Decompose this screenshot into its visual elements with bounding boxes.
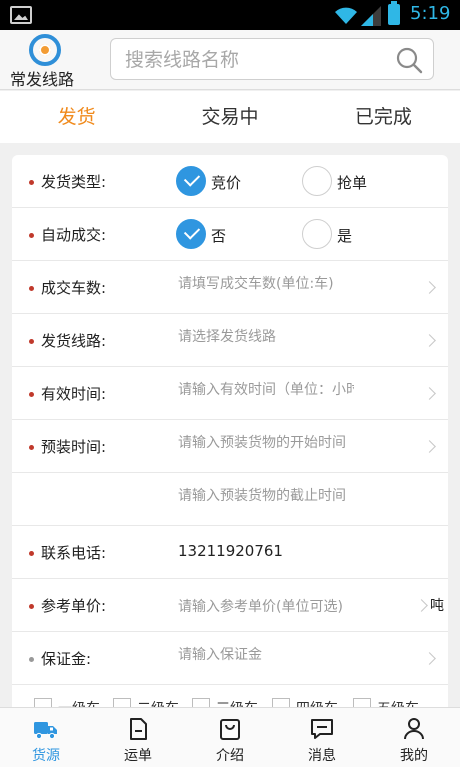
required-dot bbox=[29, 180, 34, 185]
price-unit-select[interactable]: 吨 bbox=[430, 595, 444, 615]
deposit-label: 保证金: bbox=[41, 650, 92, 668]
search-icon[interactable] bbox=[395, 46, 423, 74]
ref-price-label: 参考单价: bbox=[41, 597, 107, 615]
grab-order-radio[interactable] bbox=[302, 166, 332, 196]
auto-deal-no-label: 否 bbox=[211, 227, 227, 245]
phone-label: 联系电话: bbox=[41, 544, 107, 562]
load-time-end-row[interactable]: 请输入预装货物的截止时间 bbox=[12, 473, 448, 526]
document-icon bbox=[130, 718, 147, 740]
nav-waybill[interactable]: 运单 bbox=[92, 708, 184, 767]
bottom-nav: 货源 运单 介绍 消息 我的 bbox=[0, 707, 460, 767]
chevron-right-icon bbox=[423, 387, 436, 400]
nav-waybill-label: 运单 bbox=[124, 748, 152, 764]
nav-cargo-source[interactable]: 货源 bbox=[0, 708, 92, 767]
required-dot bbox=[29, 604, 34, 609]
search-input[interactable] bbox=[125, 47, 385, 73]
vehicle-count-label: 成交车数: bbox=[41, 279, 107, 297]
required-dot bbox=[29, 445, 34, 450]
app-header: 常发线路 bbox=[0, 30, 460, 90]
valid-time-label: 有效时间: bbox=[41, 385, 107, 403]
route-row[interactable]: 发货线路: 请选择发货线路 bbox=[12, 314, 448, 367]
search-box[interactable] bbox=[110, 38, 434, 80]
required-dot bbox=[29, 339, 34, 344]
tab-ship[interactable]: 发货 bbox=[0, 91, 153, 143]
nav-mine-label: 我的 bbox=[400, 748, 428, 764]
required-dot bbox=[29, 392, 34, 397]
load-time-row[interactable]: 预装时间: 请输入预装货物的开始时间 bbox=[12, 420, 448, 473]
load-time-end-field[interactable]: 请输入预装货物的截止时间 bbox=[178, 485, 354, 505]
auto-deal-yes-radio[interactable] bbox=[302, 219, 332, 249]
battery-icon bbox=[388, 1, 400, 25]
chevron-right-icon bbox=[423, 281, 436, 294]
nav-intro[interactable]: 介绍 bbox=[184, 708, 276, 767]
tab-in-progress[interactable]: 交易中 bbox=[153, 91, 306, 143]
auto-deal-label: 自动成交: bbox=[41, 226, 107, 244]
auto-deal-yes-label: 是 bbox=[337, 227, 353, 245]
bag-icon bbox=[220, 719, 240, 740]
phone-row: 联系电话: 13211920761 bbox=[12, 526, 448, 579]
tab-bar: 发货 交易中 已完成 bbox=[0, 91, 460, 143]
status-time: 5:19 bbox=[410, 3, 451, 24]
wifi-icon bbox=[335, 7, 357, 24]
nav-messages[interactable]: 消息 bbox=[276, 708, 368, 767]
image-notification-icon bbox=[10, 6, 32, 24]
auto-deal-row: 自动成交: 否 是 bbox=[12, 208, 448, 261]
auto-deal-no-radio[interactable] bbox=[176, 219, 206, 249]
truck-icon bbox=[34, 722, 57, 740]
ship-type-row: 发货类型: 竞价 抢单 bbox=[12, 155, 448, 208]
bidding-radio[interactable] bbox=[176, 166, 206, 196]
ref-price-row: 参考单价: 请输入参考单价(单位可选) 吨 bbox=[12, 579, 448, 632]
nav-cargo-source-label: 货源 bbox=[32, 748, 60, 764]
required-dot bbox=[29, 551, 34, 556]
route-field[interactable]: 请选择发货线路 bbox=[178, 326, 354, 346]
chevron-right-icon bbox=[423, 440, 436, 453]
nav-mine[interactable]: 我的 bbox=[368, 708, 460, 767]
tab-completed[interactable]: 已完成 bbox=[307, 91, 460, 143]
ref-price-field[interactable]: 请输入参考单价(单位可选) bbox=[178, 596, 354, 616]
person-icon bbox=[404, 718, 424, 740]
chevron-right-icon bbox=[423, 652, 436, 665]
vehicle-count-field[interactable]: 请填写成交车数(单位:车) bbox=[178, 273, 354, 293]
nav-messages-label: 消息 bbox=[308, 748, 336, 764]
phone-field[interactable]: 13211920761 bbox=[178, 542, 283, 560]
required-dot bbox=[29, 286, 34, 291]
vehicle-count-row[interactable]: 成交车数: 请填写成交车数(单位:车) bbox=[12, 261, 448, 314]
common-routes-label: 常发线路 bbox=[10, 70, 75, 89]
valid-time-row[interactable]: 有效时间: 请输入有效时间（单位：小时） bbox=[12, 367, 448, 420]
status-bar: 5:19 bbox=[0, 0, 460, 30]
valid-time-field[interactable]: 请输入有效时间（单位：小时） bbox=[178, 379, 354, 399]
chevron-right-icon[interactable] bbox=[415, 599, 428, 612]
message-icon bbox=[311, 719, 333, 739]
route-logo-icon bbox=[29, 34, 61, 66]
shipping-form: 发货类型: 竞价 抢单 自动成交: 否 是 成交车数: 请填写成交车数(单位:车… bbox=[12, 155, 448, 715]
deposit-field[interactable]: 请输入保证金 bbox=[178, 644, 354, 664]
signal-icon bbox=[361, 6, 381, 26]
route-label: 发货线路: bbox=[41, 332, 107, 350]
optional-dot bbox=[29, 657, 34, 662]
load-time-label: 预装时间: bbox=[41, 438, 107, 456]
ship-type-label: 发货类型: bbox=[41, 173, 107, 191]
nav-intro-label: 介绍 bbox=[216, 748, 244, 764]
load-time-start-field[interactable]: 请输入预装货物的开始时间 bbox=[178, 432, 354, 452]
required-dot bbox=[29, 233, 34, 238]
chevron-right-icon bbox=[423, 334, 436, 347]
grab-order-option-label: 抢单 bbox=[337, 174, 368, 192]
deposit-row: 保证金: 请输入保证金 bbox=[12, 632, 448, 685]
bidding-option-label: 竞价 bbox=[211, 174, 242, 192]
